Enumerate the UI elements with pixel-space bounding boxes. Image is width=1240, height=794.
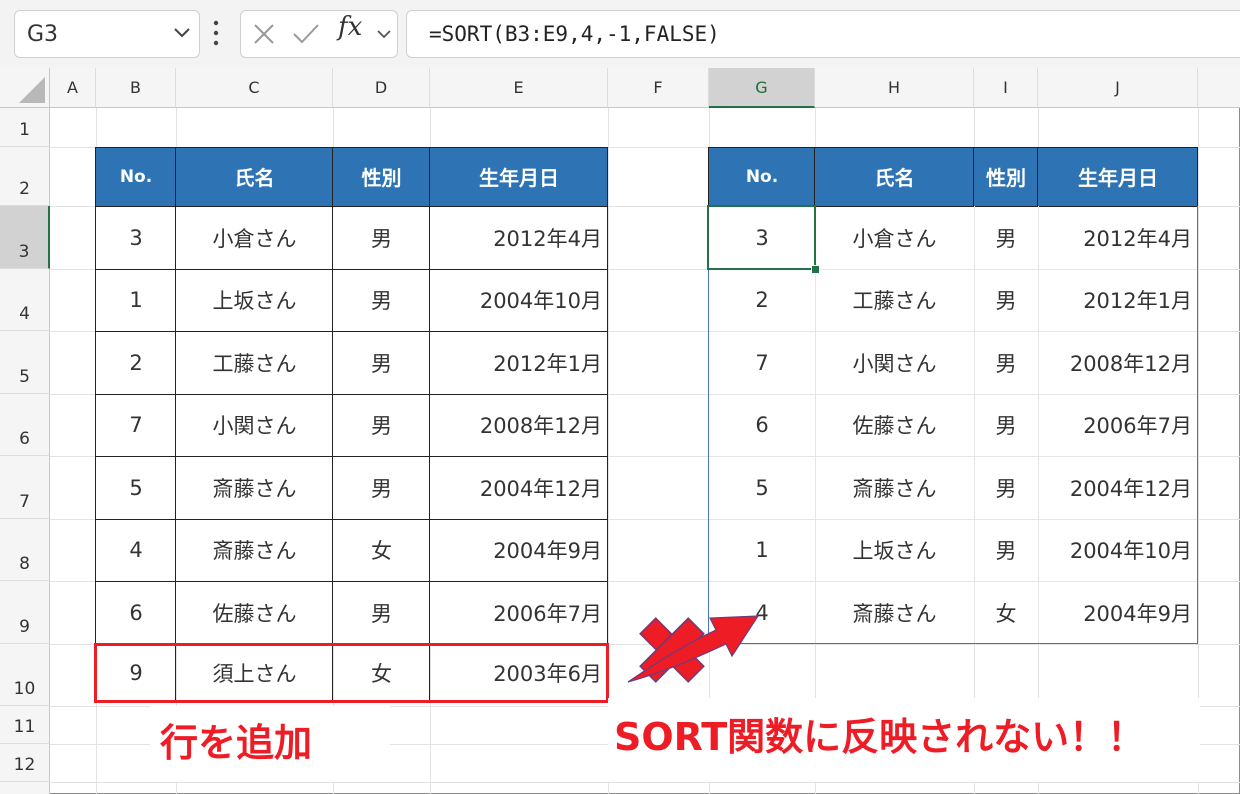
table-cell[interactable]: 男 bbox=[333, 331, 430, 394]
source-header-birth[interactable]: 生年月日 bbox=[430, 147, 608, 206]
not-reflected-note: SORT関数に反映されない！！ bbox=[614, 715, 1146, 759]
row-header-5[interactable]: 5 bbox=[0, 331, 50, 394]
column-header-i[interactable]: I bbox=[974, 68, 1038, 108]
table-cell[interactable]: 1 bbox=[96, 269, 176, 331]
fill-handle[interactable] bbox=[811, 265, 820, 274]
table-cell[interactable]: 男 bbox=[333, 394, 430, 456]
row-header-10[interactable]: 10 bbox=[0, 644, 50, 706]
row-header-9[interactable]: 9 bbox=[0, 581, 50, 644]
column-header-a[interactable]: A bbox=[50, 68, 96, 108]
table-cell[interactable]: 上坂さん bbox=[176, 269, 333, 331]
table-cell[interactable]: 2012年1月 bbox=[430, 331, 608, 394]
chevron-down-icon[interactable] bbox=[171, 21, 193, 43]
table-cell[interactable]: 2 bbox=[96, 331, 176, 394]
table-cell[interactable]: 男 bbox=[333, 206, 430, 269]
cancel-icon[interactable] bbox=[251, 21, 277, 47]
source-header-no[interactable]: No. bbox=[96, 147, 176, 206]
column-header-g[interactable]: G bbox=[709, 68, 815, 108]
row-header-2[interactable]: 2 bbox=[0, 147, 50, 206]
table-cell[interactable]: 4 bbox=[96, 519, 176, 581]
added-row-note: 行を追加 bbox=[160, 721, 313, 765]
row-header-7[interactable]: 7 bbox=[0, 456, 50, 519]
table-cell[interactable]: 女 bbox=[333, 519, 430, 581]
table-cell[interactable]: 2008年12月 bbox=[430, 394, 608, 456]
table-cell[interactable]: 2012年4月 bbox=[430, 206, 608, 269]
table-cell[interactable]: 斎藤さん bbox=[176, 519, 333, 581]
source-header-name[interactable]: 氏名 bbox=[176, 147, 333, 206]
row-header-more bbox=[0, 782, 50, 794]
formula-input[interactable]: =SORT(B3:E9,4,-1,FALSE) bbox=[406, 10, 1240, 58]
row-header-4[interactable]: 4 bbox=[0, 269, 50, 331]
table-cell[interactable]: 小倉さん bbox=[176, 206, 333, 269]
table-cell[interactable]: 6 bbox=[96, 581, 176, 644]
insert-function-button[interactable]: fx bbox=[338, 12, 362, 42]
enter-check-icon[interactable] bbox=[291, 21, 321, 47]
sorted-header-gender[interactable]: 性別 bbox=[974, 147, 1038, 206]
name-box[interactable]: G3 bbox=[14, 10, 200, 58]
formula-actions bbox=[240, 10, 398, 58]
row-header-3[interactable]: 3 bbox=[0, 206, 50, 269]
column-header-e[interactable]: E bbox=[430, 68, 608, 108]
row-header-12[interactable]: 12 bbox=[0, 744, 50, 782]
row-header-8[interactable]: 8 bbox=[0, 519, 50, 581]
table-cell[interactable]: 小関さん bbox=[176, 394, 333, 456]
formula-text: =SORT(B3:E9,4,-1,FALSE) bbox=[429, 22, 720, 46]
table-cell[interactable]: 2004年12月 bbox=[430, 456, 608, 519]
column-header-j[interactable]: J bbox=[1038, 68, 1198, 108]
table-cell[interactable]: 2004年10月 bbox=[430, 269, 608, 331]
table-cell[interactable]: 男 bbox=[333, 581, 430, 644]
table-cell[interactable]: 3 bbox=[96, 206, 176, 269]
column-header-f[interactable]: F bbox=[608, 68, 709, 108]
row-header-11[interactable]: 11 bbox=[0, 706, 50, 744]
table-cell[interactable]: 男 bbox=[333, 456, 430, 519]
active-cell-g3[interactable] bbox=[707, 205, 816, 270]
spill-range-border bbox=[708, 206, 1198, 644]
sorted-header-birth[interactable]: 生年月日 bbox=[1038, 147, 1198, 206]
table-cell[interactable]: 男 bbox=[333, 269, 430, 331]
table-cell[interactable]: 2006年7月 bbox=[430, 581, 608, 644]
row-header-6[interactable]: 6 bbox=[0, 394, 50, 456]
chevron-down-icon[interactable] bbox=[375, 25, 393, 43]
table-cell[interactable]: 2004年9月 bbox=[430, 519, 608, 581]
name-box-value: G3 bbox=[27, 22, 59, 47]
row-header-1[interactable]: 1 bbox=[0, 108, 50, 147]
column-header-d[interactable]: D bbox=[333, 68, 430, 108]
column-header-more bbox=[1198, 68, 1240, 108]
sorted-header-name[interactable]: 氏名 bbox=[815, 147, 974, 206]
more-options-icon[interactable] bbox=[212, 18, 220, 48]
select-all-button[interactable] bbox=[0, 68, 50, 108]
added-row-highlight bbox=[94, 643, 609, 703]
column-header-b[interactable]: B bbox=[96, 68, 176, 108]
column-header-h[interactable]: H bbox=[815, 68, 974, 108]
column-header-c[interactable]: C bbox=[176, 68, 333, 108]
table-cell[interactable]: 工藤さん bbox=[176, 331, 333, 394]
table-cell[interactable]: 7 bbox=[96, 394, 176, 456]
sorted-header-no[interactable]: No. bbox=[709, 147, 815, 206]
formula-bar: G3 fx =SORT(B3:E9,4,-1,FALSE) bbox=[0, 0, 1240, 68]
table-cell[interactable]: 5 bbox=[96, 456, 176, 519]
cross-arrow-icon bbox=[627, 615, 760, 683]
source-header-gender[interactable]: 性別 bbox=[333, 147, 430, 206]
table-cell[interactable]: 佐藤さん bbox=[176, 581, 333, 644]
table-cell[interactable]: 斎藤さん bbox=[176, 456, 333, 519]
